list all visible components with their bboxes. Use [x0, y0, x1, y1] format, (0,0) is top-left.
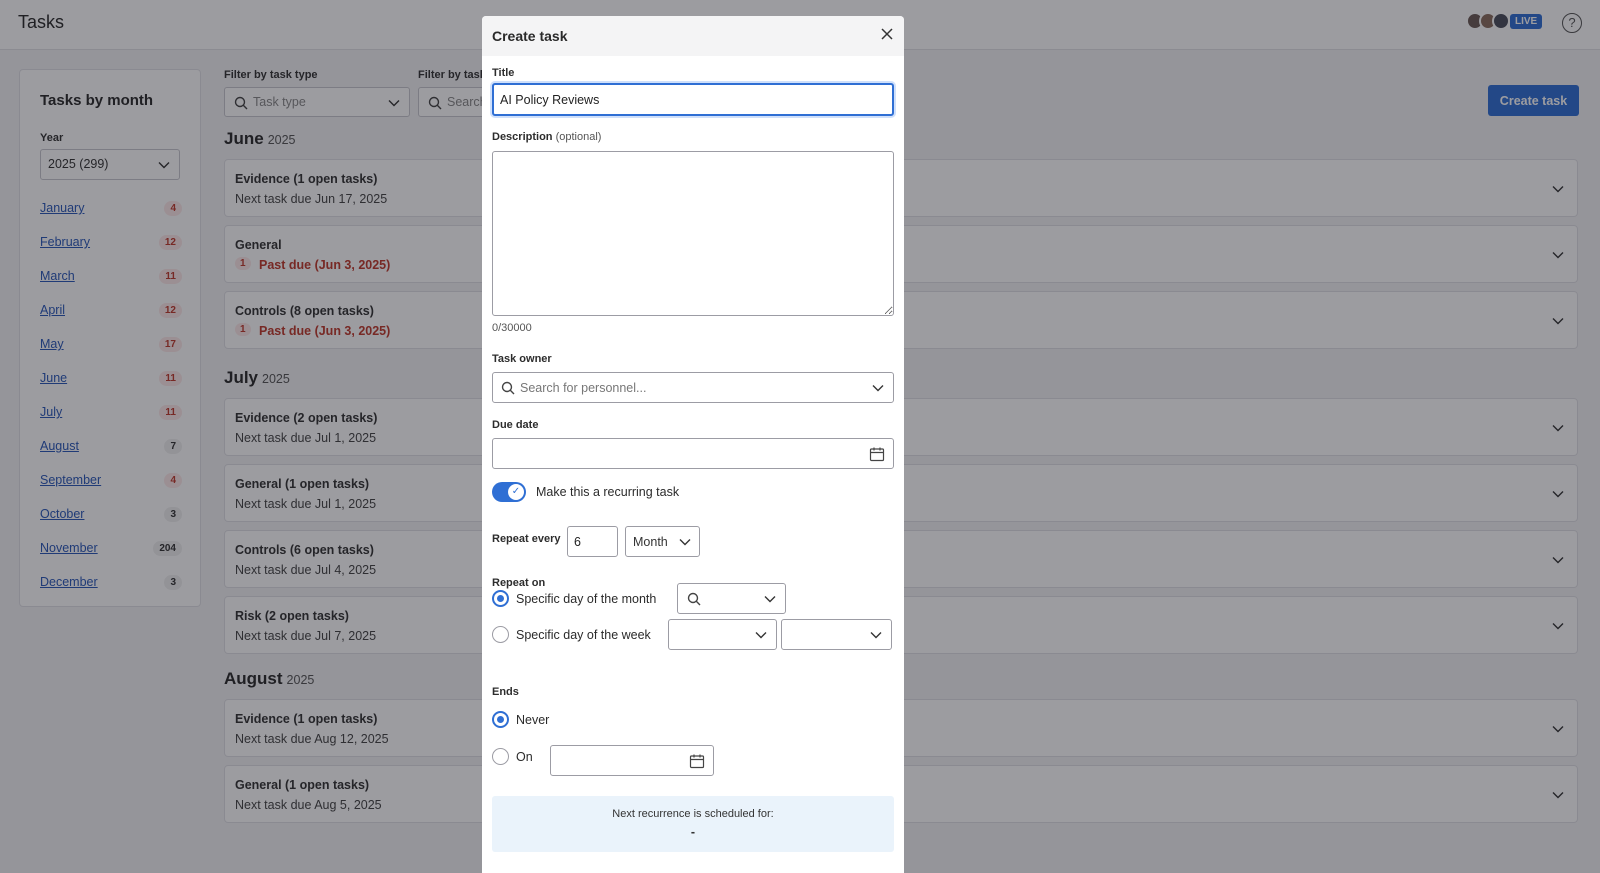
repeat-on-week-label: Specific day of the week: [516, 628, 651, 642]
chevron-down-icon: [871, 381, 885, 395]
modal-header: Create task: [482, 16, 904, 56]
next-recurrence-panel: Next recurrence is scheduled for: -: [492, 796, 894, 852]
day-of-month-select[interactable]: [677, 583, 786, 614]
optional-hint: (optional): [555, 131, 602, 143]
chevron-down-icon: [869, 628, 883, 642]
chevron-down-icon: [754, 628, 768, 642]
repeat-on-month-label: Specific day of the month: [516, 592, 657, 606]
search-icon: [687, 592, 701, 606]
recurring-toggle-label: Make this a recurring task: [536, 485, 680, 499]
chevron-down-icon: [763, 592, 777, 606]
task-owner-placeholder: Search for personnel...: [520, 381, 647, 395]
recurring-toggle[interactable]: ✓: [492, 482, 526, 502]
task-owner-label: Task owner: [492, 353, 552, 365]
repeat-unit-select[interactable]: Month: [625, 526, 700, 557]
close-icon[interactable]: [879, 26, 895, 42]
repeat-every-input[interactable]: [567, 526, 618, 557]
task-owner-select[interactable]: Search for personnel...: [492, 372, 894, 403]
chevron-down-icon: [678, 535, 692, 549]
checkmark-icon: ✓: [508, 484, 524, 500]
repeat-on-label: Repeat on: [492, 577, 546, 589]
description-label-text: Description: [492, 131, 553, 143]
modal-title: Create task: [492, 28, 568, 44]
due-date-input[interactable]: [492, 438, 894, 469]
weekday-select[interactable]: [781, 619, 892, 650]
create-task-modal: Create task Title Description (optional)…: [482, 16, 904, 873]
calendar-icon[interactable]: [689, 753, 705, 769]
next-recurrence-label: Next recurrence is scheduled for:: [612, 808, 774, 820]
ends-label: Ends: [492, 686, 519, 698]
ends-never-radio[interactable]: [492, 711, 509, 728]
character-count: 0/30000: [492, 322, 532, 334]
search-icon: [501, 381, 515, 395]
calendar-icon[interactable]: [869, 446, 885, 462]
repeat-every-label: Repeat every: [492, 533, 561, 545]
ends-never-label: Never: [516, 713, 550, 727]
repeat-unit-value: Month: [633, 535, 668, 549]
week-ordinal-select[interactable]: [668, 619, 777, 650]
repeat-on-month-radio[interactable]: [492, 590, 509, 607]
next-recurrence-value: -: [690, 825, 696, 839]
ends-on-label: On: [516, 750, 533, 764]
ends-on-radio[interactable]: [492, 748, 509, 765]
title-label: Title: [492, 67, 515, 79]
description-label: Description (optional): [492, 131, 601, 143]
description-textarea[interactable]: [492, 151, 894, 316]
repeat-on-week-radio[interactable]: [492, 626, 509, 643]
due-date-label: Due date: [492, 419, 539, 431]
end-date-input[interactable]: [550, 745, 714, 776]
title-input[interactable]: [492, 83, 894, 116]
